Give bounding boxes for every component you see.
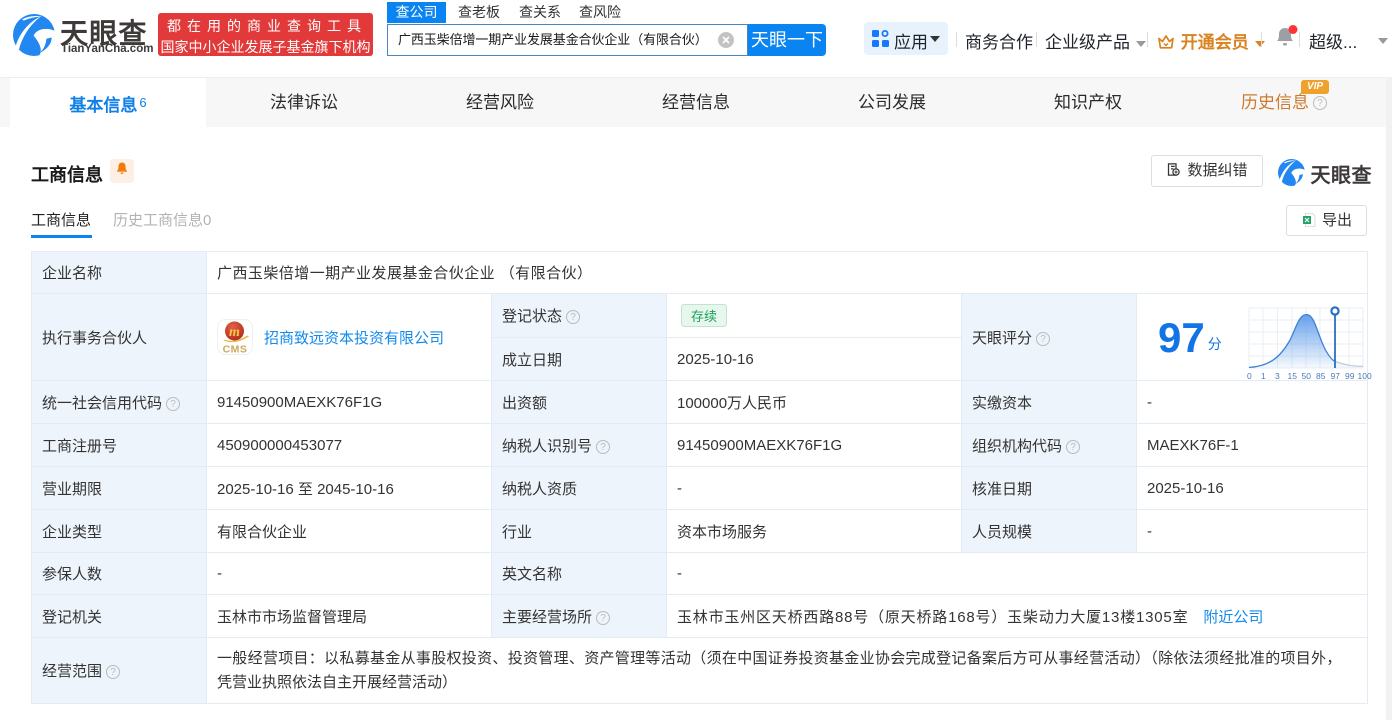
svg-text:97: 97 bbox=[1331, 371, 1341, 381]
svg-text:100: 100 bbox=[1358, 371, 1372, 381]
svg-text:15: 15 bbox=[1288, 371, 1298, 381]
svg-text:0: 0 bbox=[1247, 371, 1252, 381]
svg-text:CMS: CMS bbox=[223, 344, 248, 356]
svg-text:99: 99 bbox=[1345, 371, 1355, 381]
svg-text:1: 1 bbox=[1261, 371, 1266, 381]
svg-text:m: m bbox=[229, 325, 240, 340]
svg-text:85: 85 bbox=[1316, 371, 1326, 381]
svg-text:3: 3 bbox=[1275, 371, 1280, 381]
svg-text:50: 50 bbox=[1302, 371, 1312, 381]
